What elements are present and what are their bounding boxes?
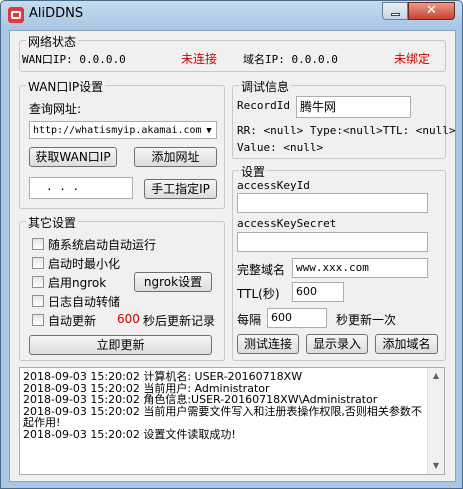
ttl-input[interactable]: 600	[292, 282, 344, 302]
domain-input[interactable]: www.xxx.com	[292, 258, 428, 278]
startup-checkbox[interactable]	[32, 238, 44, 250]
query-url-value: http://whatismyip.akamai.com	[33, 125, 202, 136]
chevron-down-icon[interactable]: ▼	[202, 122, 216, 138]
log-line: 2018-09-03 15:20:02 当前用户需要文件写入和注册表操作权限,否…	[23, 404, 422, 429]
interval-suffix: 秒更新一次	[336, 313, 397, 327]
access-key-secret-input[interactable]	[237, 232, 428, 252]
get-wan-ip-button[interactable]: 获取WAN口IP	[29, 147, 117, 167]
manual-ip-button[interactable]: 手工指定IP	[144, 179, 217, 199]
add-url-button[interactable]: 添加网址	[134, 147, 217, 167]
test-connection-button[interactable]: 测试连接	[237, 334, 299, 354]
access-key-secret-label: accessKeySecret	[237, 217, 337, 230]
scroll-up-icon[interactable]: ▲	[428, 368, 444, 384]
log-dump-checkbox[interactable]	[32, 295, 44, 307]
interval-input[interactable]: 600	[267, 308, 327, 328]
domain-value: www.xxx.com	[296, 261, 369, 274]
log-line: 2018-09-03 15:20:02 设置文件读取成功!	[23, 427, 236, 441]
log-line: 2018-09-03 15:20:02 角色信息:USER-20160718XW…	[23, 393, 378, 406]
query-url-label: 查询网址:	[29, 102, 82, 116]
manual-ip-input[interactable]: . . .	[29, 177, 133, 199]
record-id-input[interactable]: 腾牛网	[296, 96, 411, 118]
interval-value: 600	[271, 311, 292, 324]
ip-dots: . . .	[46, 180, 80, 193]
query-url-select[interactable]: http://whatismyip.akamai.com ▼	[29, 121, 217, 139]
debug-info-legend: 调试信息	[239, 78, 292, 95]
wan-ip-legend: WAN口IP设置	[26, 78, 106, 95]
auto-update-suffix: 秒后更新记录	[143, 314, 216, 328]
client-area: 网络状态 WAN口IP: 0.0.0.0 未连接 域名IP: 0.0.0.0 未…	[9, 30, 456, 482]
other-settings-legend: 其它设置	[26, 214, 79, 231]
domain-status: 未绑定	[394, 52, 431, 66]
log-line: 2018-09-03 15:20:02 计算机名: USER-20160718X…	[23, 370, 303, 383]
record-id-value: 腾牛网	[300, 100, 337, 114]
close-button[interactable]: ✕	[408, 2, 455, 20]
auto-update-seconds: 600	[117, 312, 140, 326]
auto-update-checkbox[interactable]	[32, 314, 44, 326]
domain-label: 完整域名	[237, 263, 286, 277]
network-status-legend: 网络状态	[26, 33, 79, 50]
value-line: Value: <null>	[237, 141, 324, 154]
ngrok-settings-button[interactable]: ngrok设置	[134, 272, 212, 292]
show-records-button[interactable]: 显示录入	[306, 334, 368, 354]
rr-type-ttl-line: RR: <null> Type:<null>TTL: <null>	[237, 124, 456, 137]
log-scrollbar[interactable]: ▲ ▼	[427, 368, 444, 474]
access-key-id-label: accessKeyId	[237, 179, 310, 192]
access-key-id-input[interactable]	[237, 193, 428, 213]
minimize-checkbox[interactable]	[32, 257, 44, 269]
log-dump-label: 日志自动转储	[48, 295, 121, 309]
wan-ip-label: WAN口IP: 0.0.0.0	[22, 53, 126, 66]
record-id-label: RecordId	[237, 99, 290, 112]
network-status-group: 网络状态 WAN口IP: 0.0.0.0 未连接 域名IP: 0.0.0.0 未…	[19, 33, 446, 72]
ttl-label: TTL(秒)	[237, 287, 280, 301]
auto-update-label: 自动更新	[48, 314, 97, 328]
app-window: AliDDNS ✕ 网络状态 WAN口IP: 0.0.0.0 未连接 域名IP:…	[0, 0, 463, 489]
title-bar[interactable]: AliDDNS ✕	[1, 1, 462, 29]
app-icon	[8, 7, 24, 23]
log-textarea[interactable]: 2018-09-03 15:20:02 计算机名: USER-20160718X…	[19, 367, 445, 475]
minimize-label: 启动时最小化	[48, 257, 121, 271]
ngrok-checkbox[interactable]	[32, 276, 44, 288]
minimize-button[interactable]	[382, 2, 408, 20]
interval-label: 每隔	[237, 313, 262, 327]
settings-legend: 设置	[239, 163, 268, 180]
update-now-button[interactable]: 立即更新	[29, 335, 212, 355]
ngrok-label: 启用ngrok	[48, 276, 107, 290]
wan-status: 未连接	[181, 52, 218, 66]
startup-label: 随系统启动自动运行	[48, 238, 157, 252]
log-lines: 2018-09-03 15:20:02 计算机名: USER-20160718X…	[23, 371, 423, 440]
close-icon: ✕	[426, 3, 437, 18]
add-domain-button[interactable]: 添加域名	[375, 334, 438, 354]
window-title: AliDDNS	[29, 6, 84, 21]
scroll-down-icon[interactable]: ▼	[428, 458, 444, 474]
ttl-value: 600	[296, 285, 317, 298]
domain-ip-label: 域名IP: 0.0.0.0	[243, 53, 338, 66]
